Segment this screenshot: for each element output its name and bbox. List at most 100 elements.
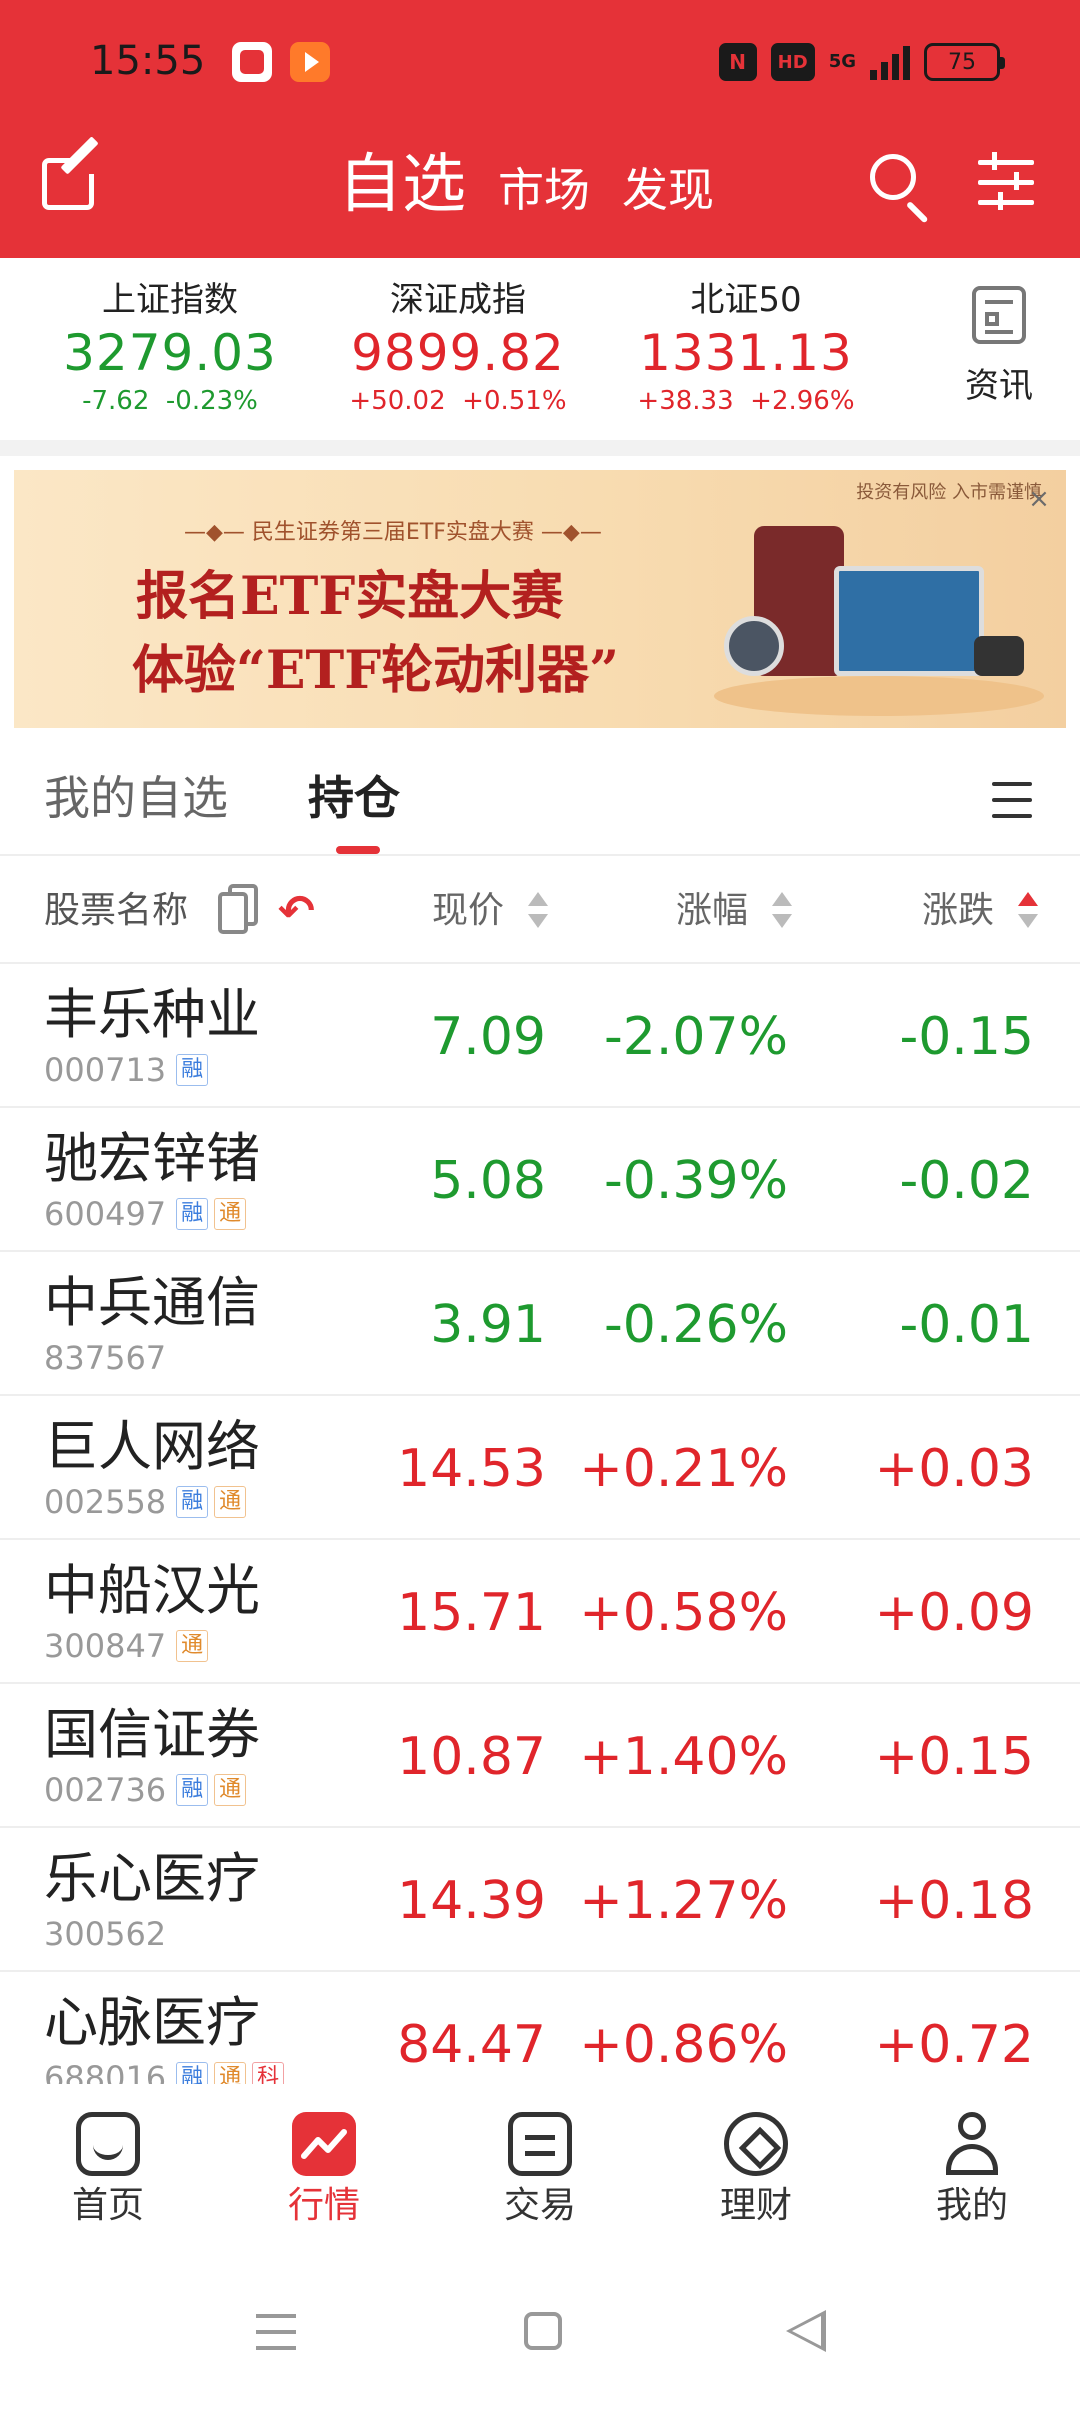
risk-disclaimer: 投资有风险 入市需谨慎 <box>856 482 1042 503</box>
stock-row[interactable]: 国信证券 002736 融通 10.87 +1.40% +0.15 <box>0 1684 1080 1828</box>
nfc-icon: N <box>718 43 757 81</box>
stock-row[interactable]: 乐心医疗 300562 14.39 +1.27% +0.18 <box>0 1828 1080 1972</box>
stock-name: 巨人网络 <box>44 1415 260 1478</box>
tab-my-watchlist[interactable]: 我的自选 <box>44 768 228 828</box>
stock-price: 84.47 <box>397 2015 546 2075</box>
back-icon[interactable] <box>786 2310 826 2352</box>
index-change: -7.62 -0.23% <box>82 386 258 416</box>
stock-price: 3.91 <box>430 1295 546 1355</box>
stock-code: 688016 <box>44 2059 167 2084</box>
nav-finance[interactable]: 理财 <box>696 2112 816 2228</box>
tab-holdings[interactable]: 持仓 <box>308 768 400 828</box>
sort-price-icon[interactable] <box>528 892 548 930</box>
video-app-notification-icon <box>290 42 330 82</box>
stock-price: 10.87 <box>397 1727 546 1787</box>
column-percent[interactable]: 涨幅 <box>676 888 748 934</box>
finance-icon <box>724 2112 788 2176</box>
tab-market[interactable]: 市场 <box>498 158 590 222</box>
sort-percent-icon[interactable] <box>772 892 792 930</box>
stock-code: 300562 <box>44 1915 167 1953</box>
news-icon <box>972 286 1026 344</box>
tab-discover[interactable]: 发现 <box>622 158 714 222</box>
copy-icon[interactable] <box>214 882 260 936</box>
status-bar: 15:55 N HD 5G 75 <box>0 0 1080 120</box>
news-button[interactable]: 资讯 <box>960 286 1038 406</box>
stock-price: 7.09 <box>430 1007 546 1067</box>
connect-badge: 通 <box>176 1630 209 1662</box>
index-value: 9899.82 <box>351 324 565 382</box>
stock-row[interactable]: 中兵通信 837567 3.91 -0.26% -0.01 <box>0 1252 1080 1396</box>
stock-price: 15.71 <box>397 1583 546 1643</box>
stock-code: 300847 <box>44 1627 167 1665</box>
undo-icon[interactable]: ↶ <box>278 890 324 934</box>
nav-trade[interactable]: 交易 <box>480 2112 600 2228</box>
menu-icon[interactable] <box>992 782 1032 818</box>
stock-code: 600497 <box>44 1195 167 1233</box>
stock-row[interactable]: 巨人网络 002558 融通 14.53 +0.21% +0.03 <box>0 1396 1080 1540</box>
list-tabs: 我的自选 持仓 <box>0 738 1080 856</box>
stock-change: -0.01 <box>899 1295 1034 1355</box>
stock-row[interactable]: 中船汉光 300847 通 15.71 +0.58% +0.09 <box>0 1540 1080 1684</box>
bottom-navigation: 首页 行情 交易 理财 我的 <box>0 2084 1080 2234</box>
news-label: 资讯 <box>965 366 1033 406</box>
stock-percent-change: -0.39% <box>604 1151 788 1211</box>
stock-change: +0.15 <box>874 1727 1034 1787</box>
banner-product-image <box>714 506 1044 716</box>
stock-percent-change: +1.40% <box>579 1727 788 1787</box>
stock-name: 心脉医疗 <box>44 1991 260 2054</box>
stock-percent-change: +0.21% <box>579 1439 788 1499</box>
header-tabs: 自选 市场 发现 <box>338 148 714 222</box>
stock-name: 中船汉光 <box>44 1559 260 1622</box>
stock-price: 14.53 <box>397 1439 546 1499</box>
stock-name: 国信证券 <box>44 1703 260 1766</box>
stock-price: 5.08 <box>430 1151 546 1211</box>
stock-code: 837567 <box>44 1339 167 1377</box>
stock-row[interactable]: 丰乐种业 000713 融 7.09 -2.07% -0.15 <box>0 964 1080 1108</box>
margin-badge: 融 <box>176 1774 209 1806</box>
search-icon[interactable] <box>866 150 936 224</box>
column-stock-name: 股票名称 <box>44 890 189 931</box>
edit-watchlist-icon[interactable] <box>38 136 104 214</box>
recent-apps-icon[interactable] <box>256 2314 296 2350</box>
stock-percent-change: +0.86% <box>579 2015 788 2075</box>
battery-icon: 75 <box>924 43 1005 81</box>
signal-icon <box>870 44 910 80</box>
index-shanghai[interactable]: 上证指数 3279.03 -7.62 -0.23% <box>60 278 280 418</box>
stock-name: 中兵通信 <box>44 1271 260 1334</box>
connect-badge: 通 <box>214 1486 247 1518</box>
index-value: 1331.13 <box>639 324 853 382</box>
index-value: 3279.03 <box>63 324 277 382</box>
column-change[interactable]: 涨跌 <box>922 888 994 934</box>
nav-home[interactable]: 首页 <box>48 2112 168 2228</box>
stock-code-line: 600497 融通 <box>44 1195 247 1233</box>
index-change: +38.33 +2.96% <box>637 386 855 416</box>
margin-badge: 融 <box>176 1198 209 1230</box>
stock-row[interactable]: 驰宏锌锗 600497 融通 5.08 -0.39% -0.02 <box>0 1108 1080 1252</box>
trade-icon <box>508 2112 572 2176</box>
stock-percent-change: +0.58% <box>579 1583 788 1643</box>
promo-banner[interactable]: 投资有风险 入市需谨慎 × —◆— 民生证券第三届ETF实盘大赛 —◆— 报名E… <box>14 470 1066 728</box>
margin-badge: 融 <box>176 1054 209 1086</box>
connect-badge: 通 <box>214 2062 247 2084</box>
index-shenzhen[interactable]: 深证成指 9899.82 +50.02 +0.51% <box>346 278 570 418</box>
stock-change: +0.72 <box>874 2015 1034 2075</box>
home-button-icon[interactable] <box>524 2312 562 2350</box>
settings-sliders-icon[interactable] <box>978 152 1034 210</box>
stock-change: -0.15 <box>899 1007 1034 1067</box>
nav-label: 交易 <box>503 2185 576 2226</box>
index-name: 深证成指 <box>390 280 526 320</box>
stock-code-line: 002736 融通 <box>44 1772 247 1808</box>
column-price[interactable]: 现价 <box>432 888 504 934</box>
banner-headline: 报名ETF实盘大赛 <box>136 566 564 627</box>
index-bse50[interactable]: 北证50 1331.13 +38.33 +2.96% <box>636 278 856 418</box>
stock-code-line: 300562 <box>44 1916 170 1952</box>
nav-market[interactable]: 行情 <box>264 2112 384 2228</box>
status-time: 15:55 <box>90 38 206 84</box>
stock-change: +0.18 <box>874 1871 1034 1931</box>
stock-row[interactable]: 心脉医疗 688016 融通科 84.47 +0.86% +0.72 <box>0 1972 1080 2084</box>
margin-badge: 融 <box>176 2062 209 2084</box>
tab-watchlist[interactable]: 自选 <box>338 148 466 222</box>
nav-profile[interactable]: 我的 <box>912 2112 1032 2228</box>
sort-change-icon[interactable] <box>1018 892 1038 930</box>
market-indices: 上证指数 3279.03 -7.62 -0.23% 深证成指 9899.82 +… <box>0 258 1080 440</box>
